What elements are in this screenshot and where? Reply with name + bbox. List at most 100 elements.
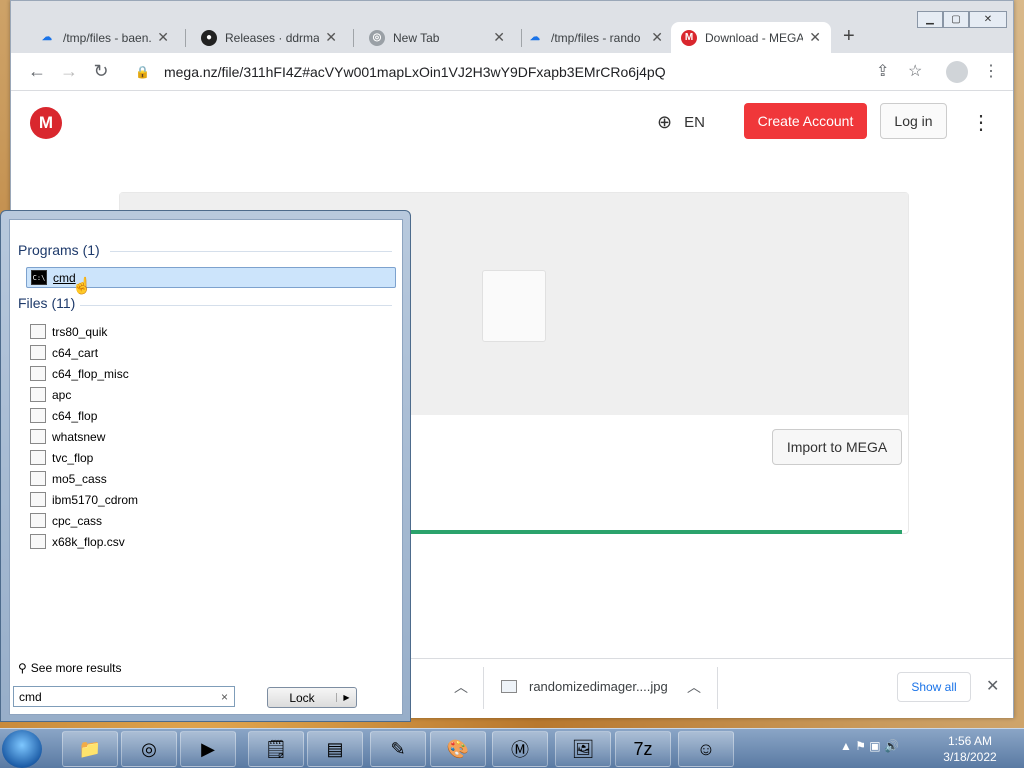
tab-5-active[interactable]: M Download - MEGA ✕ — [671, 22, 831, 53]
tab-title: Download - MEGA — [705, 30, 804, 45]
file-item[interactable]: c64_cart — [26, 342, 396, 363]
paint-icon[interactable]: 🎨 — [430, 731, 486, 767]
document-icon — [30, 429, 46, 444]
file-item[interactable]: x68k_flop.csv — [26, 531, 396, 552]
back-button[interactable]: ← — [25, 61, 49, 82]
lock-options-arrow-icon[interactable]: ▶ — [336, 693, 356, 702]
search-results-panel: Programs (1) C:\ cmd Files (11) trs80_qu… — [9, 219, 403, 715]
game-icon[interactable]: ☺ — [678, 731, 734, 767]
see-more-results-link[interactable]: ⚲ See more results — [18, 661, 122, 675]
chrome-icon: ◎ — [369, 29, 385, 46]
start-button[interactable] — [2, 730, 42, 768]
cmd-icon: C:\ — [31, 270, 47, 285]
close-icon[interactable]: ✕ — [325, 29, 337, 46]
forward-button[interactable]: → — [57, 61, 81, 82]
close-icon[interactable]: ✕ — [493, 29, 505, 46]
mega-logo[interactable]: M — [30, 107, 62, 139]
lock-icon: 🔒 — [135, 65, 150, 79]
maximize-button[interactable]: ▢ — [943, 11, 969, 28]
image-file-icon — [501, 680, 517, 693]
mouse-cursor-icon: ☝ — [72, 278, 92, 295]
file-item[interactable]: ibm5170_cdrom — [26, 489, 396, 510]
document-icon — [30, 534, 46, 549]
terminal-icon[interactable]: ▤ — [307, 731, 363, 767]
close-icon[interactable]: ✕ — [986, 676, 999, 696]
tab-2[interactable]: ● Releases · ddrmax ✕ — [191, 22, 347, 53]
tab-1[interactable]: ☁ /tmp/files - baen.p ✕ — [29, 22, 179, 53]
start-search-input[interactable]: cmd × — [13, 686, 235, 707]
media-player-icon[interactable]: ▶ — [180, 731, 236, 767]
profile-avatar[interactable] — [946, 61, 968, 83]
url-text: mega.nz/file/311hFI4Z#acVYw001mapLxOin1V… — [163, 64, 666, 80]
document-icon — [30, 408, 46, 423]
file-icon — [482, 270, 546, 342]
create-account-button[interactable]: Create Account — [744, 103, 867, 139]
close-icon[interactable]: ✕ — [157, 29, 169, 46]
address-bar[interactable]: 🔒 mega.nz/file/311hFI4Z#acVYw001mapLxOin… — [125, 57, 935, 87]
close-window-button[interactable]: ✕ — [969, 11, 1007, 28]
document-icon — [30, 471, 46, 486]
explorer-icon[interactable]: 📁 — [62, 731, 118, 767]
app-m-icon[interactable]: Ⓜ — [492, 731, 548, 767]
tab-4[interactable]: ☁ /tmp/files - rando ✕ — [517, 22, 673, 53]
tab-title: /tmp/files - rando — [551, 30, 641, 45]
document-icon — [30, 513, 46, 528]
download-filename: randomizedimager....jpg — [529, 679, 668, 694]
system-tray[interactable]: ▲ ⚑ ▣ 🔊 — [840, 739, 899, 753]
tab-title: /tmp/files - baen.p — [63, 30, 152, 45]
chevron-up-icon[interactable]: ︿ — [454, 677, 468, 697]
7zip-icon[interactable]: 7z — [615, 731, 671, 767]
clock[interactable]: 1:56 AM 3/18/2022 — [930, 733, 1010, 765]
document-icon — [30, 345, 46, 360]
editor-icon[interactable]: ✎ — [370, 731, 426, 767]
tab-title: New Tab — [393, 30, 440, 45]
files-header: Files (11) — [18, 295, 76, 311]
tab-3[interactable]: ◎ New Tab ✕ — [359, 22, 515, 53]
bookmark-star-icon[interactable]: ☆ — [908, 61, 922, 81]
clear-search-icon[interactable]: × — [221, 690, 228, 704]
file-item[interactable]: c64_flop_misc — [26, 363, 396, 384]
file-item[interactable]: c64_flop — [26, 405, 396, 426]
image-viewer-icon[interactable]: 🖼 — [555, 731, 611, 767]
file-item[interactable]: cpc_cass — [26, 510, 396, 531]
document-icon — [30, 366, 46, 381]
chrome-icon[interactable]: ◎ — [121, 731, 177, 767]
globe-icon: ⊕ — [657, 112, 673, 132]
programs-header: Programs (1) — [18, 242, 100, 258]
file-item[interactable]: whatsnew — [26, 426, 396, 447]
taskbar: 📁 ◎ ▶ 🗒 ▤ ✎ 🎨 Ⓜ 🖼 7z ☺ ▲ ⚑ ▣ 🔊 1:56 AM 3… — [0, 728, 1024, 768]
cloud-icon: ☁ — [42, 32, 52, 43]
tab-strip: ☁ /tmp/files - baen.p ✕ ● Releases · ddr… — [11, 1, 1013, 53]
more-menu-icon[interactable]: ⋮ — [971, 110, 991, 135]
start-menu: Programs (1) C:\ cmd Files (11) trs80_qu… — [0, 210, 411, 722]
tab-title: Releases · ddrmax — [225, 30, 320, 45]
document-icon — [30, 387, 46, 402]
mega-icon: M — [681, 29, 697, 46]
file-item[interactable]: tvc_flop — [26, 447, 396, 468]
lock-button[interactable]: Lock ▶ — [267, 687, 357, 708]
share-icon[interactable]: ⇪ — [876, 61, 889, 81]
search-icon: ⚲ — [18, 661, 27, 675]
minimize-button[interactable]: ▁ — [917, 11, 943, 28]
import-to-mega-button[interactable]: Import to MEGA — [772, 429, 902, 465]
chevron-up-icon[interactable]: ︿ — [687, 677, 701, 697]
download-item[interactable]: randomizedimager....jpg — [501, 679, 668, 694]
login-button[interactable]: Log in — [880, 103, 947, 139]
document-icon — [30, 492, 46, 507]
cloud-icon: ☁ — [530, 32, 540, 43]
file-item[interactable]: apc — [26, 384, 396, 405]
file-item[interactable]: trs80_quik — [26, 321, 396, 342]
document-icon — [30, 450, 46, 465]
reload-button[interactable]: ↻ — [89, 61, 113, 82]
notes-icon[interactable]: 🗒 — [248, 731, 304, 767]
browser-toolbar: ← → ↻ 🔒 mega.nz/file/311hFI4Z#acVYw001ma… — [11, 53, 1013, 91]
new-tab-button[interactable]: + — [843, 25, 855, 48]
close-icon[interactable]: ✕ — [809, 29, 821, 46]
show-all-button[interactable]: Show all — [897, 672, 971, 702]
close-icon[interactable]: ✕ — [651, 29, 663, 46]
github-icon: ● — [201, 29, 217, 46]
file-item[interactable]: mo5_cass — [26, 468, 396, 489]
chrome-menu-icon[interactable]: ⋮ — [983, 61, 999, 81]
language-selector[interactable]: ⊕ EN — [657, 112, 705, 133]
language-label: EN — [684, 114, 705, 131]
